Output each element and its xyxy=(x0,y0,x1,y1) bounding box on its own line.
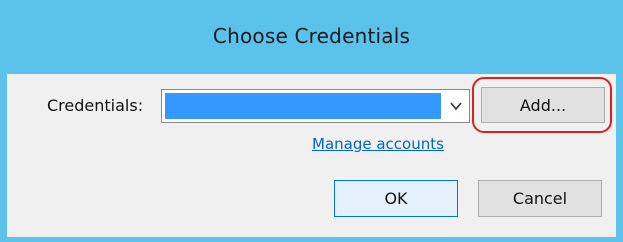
cancel-button[interactable]: Cancel xyxy=(478,180,602,217)
dialog-body: Credentials: Add... Manage accounts OK C… xyxy=(7,74,616,237)
credentials-dropdown[interactable] xyxy=(161,89,470,123)
credentials-label: Credentials: xyxy=(47,96,144,115)
add-button[interactable]: Add... xyxy=(481,87,605,123)
chevron-down-icon[interactable] xyxy=(449,99,463,113)
title-bar[interactable]: Choose Credentials xyxy=(0,0,623,74)
choose-credentials-dialog: Choose Credentials Credentials: Add... M… xyxy=(0,0,623,242)
dialog-title: Choose Credentials xyxy=(212,23,411,48)
manage-accounts-link[interactable]: Manage accounts xyxy=(312,135,444,153)
ok-button[interactable]: OK xyxy=(334,180,458,217)
credentials-selected-value xyxy=(165,93,441,119)
